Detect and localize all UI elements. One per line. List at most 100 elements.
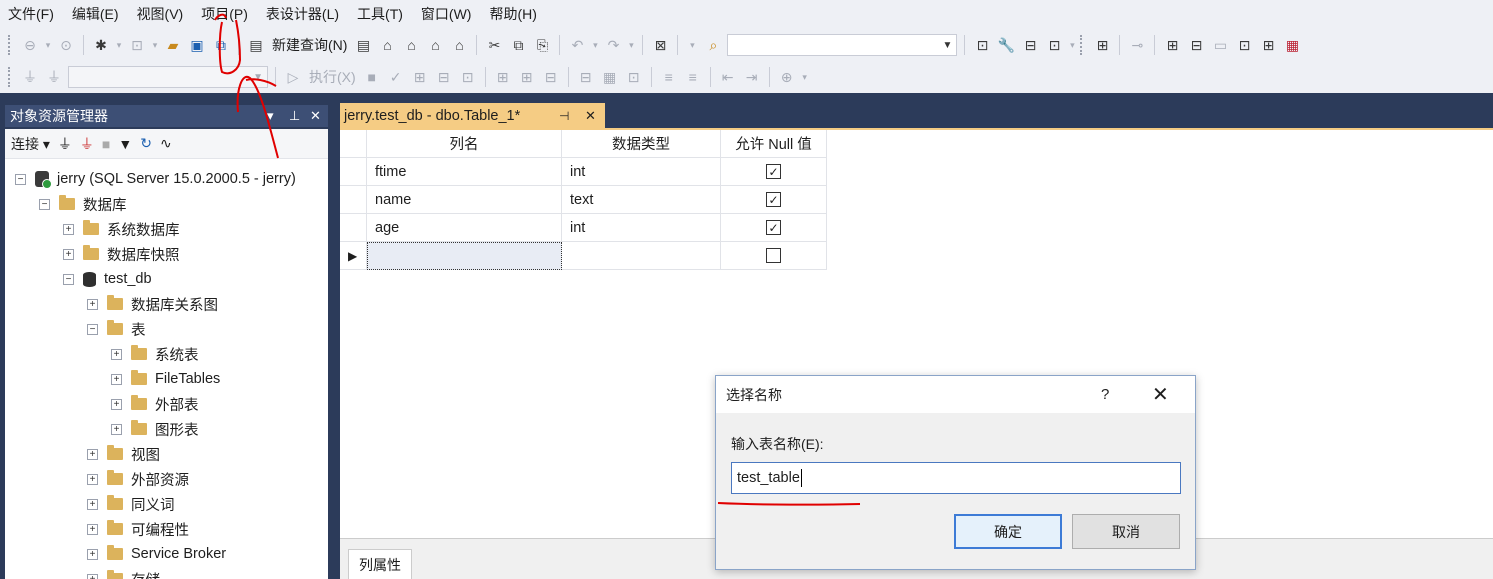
tree-node[interactable]: + 系统数据库: [63, 217, 180, 241]
find-combo[interactable]: ▼: [727, 34, 958, 56]
generate-script-icon[interactable]: ⊞: [1092, 34, 1112, 56]
dropdown-arrow-icon[interactable]: ▾: [801, 66, 809, 88]
data-type-cell[interactable]: text: [562, 186, 721, 214]
tree-node[interactable]: + 存储: [87, 567, 160, 579]
check-constraints-icon[interactable]: ⊞: [1258, 34, 1278, 56]
menu-project[interactable]: 项目(P): [195, 0, 254, 28]
menu-window[interactable]: 窗口(W): [415, 0, 478, 28]
tree-node[interactable]: − 表: [87, 317, 146, 341]
collapse-icon[interactable]: −: [87, 323, 98, 335]
expand-icon[interactable]: +: [87, 573, 98, 579]
menu-view[interactable]: 视图(V): [131, 0, 190, 28]
menu-tools[interactable]: 工具(T): [351, 0, 409, 28]
dropdown-arrow-icon[interactable]: ▾: [627, 34, 635, 56]
estimated-plan-icon[interactable]: ⊞: [410, 66, 430, 88]
collapse-icon[interactable]: −: [63, 273, 74, 285]
connect-plug-icon[interactable]: ⏚: [20, 66, 40, 88]
dropdown-arrow-icon[interactable]: ▾: [115, 34, 123, 56]
help-button[interactable]: ?: [1101, 376, 1109, 413]
query-dmx-icon[interactable]: ⌂: [401, 34, 421, 56]
results-text-icon[interactable]: ⊟: [576, 66, 596, 88]
filter-icon[interactable]: ▼: [118, 136, 132, 152]
row-selector[interactable]: [340, 158, 367, 186]
tree-node[interactable]: + 可编程性: [87, 517, 189, 541]
parse-check-icon[interactable]: ✓: [386, 66, 406, 88]
paste-icon[interactable]: ⎘: [532, 34, 552, 56]
dropdown-arrow-icon[interactable]: ▾: [685, 34, 699, 56]
tree-node[interactable]: + 图形表: [111, 417, 199, 441]
ok-button[interactable]: 确定: [954, 514, 1062, 549]
menu-table-designer[interactable]: 表设计器(L): [260, 0, 345, 28]
allow-nulls-checkbox[interactable]: ✓: [766, 192, 781, 207]
fulltext-index-icon[interactable]: ▭: [1210, 34, 1230, 56]
database-combo[interactable]: ▼: [68, 66, 268, 88]
back-icon[interactable]: ⊖: [20, 34, 40, 56]
expand-icon[interactable]: +: [87, 473, 98, 485]
query-xmla-icon[interactable]: ⌂: [425, 34, 445, 56]
new-project-icon[interactable]: ✱: [91, 34, 111, 56]
query-dax-icon[interactable]: ⌂: [449, 34, 469, 56]
dropdown-arrow-icon[interactable]: ▾: [591, 34, 599, 56]
forward-icon[interactable]: ⊙: [56, 34, 76, 56]
client-stats-icon[interactable]: ⊟: [541, 66, 561, 88]
expand-icon[interactable]: +: [63, 223, 74, 235]
pin-icon[interactable]: ⊥: [289, 105, 300, 127]
cancel-button[interactable]: 取消: [1072, 514, 1180, 549]
tree-node[interactable]: + 视图: [87, 442, 160, 466]
expand-icon[interactable]: +: [87, 498, 98, 510]
tree-node[interactable]: + 系统表: [111, 342, 199, 366]
toolbar-grip[interactable]: [1080, 35, 1084, 55]
row-selector[interactable]: ▶: [340, 242, 367, 270]
expand-icon[interactable]: +: [63, 248, 74, 260]
dropdown-arrow-icon[interactable]: ▾: [151, 34, 159, 56]
tree-node[interactable]: − test_db: [63, 267, 152, 291]
save-all-icon[interactable]: ⧉: [211, 34, 231, 56]
copy-icon[interactable]: ⧉: [508, 34, 528, 56]
close-icon[interactable]: ✕: [585, 108, 596, 124]
data-type-cell[interactable]: int: [562, 158, 721, 186]
include-plan-icon[interactable]: ⊞: [493, 66, 513, 88]
tree-node[interactable]: + 同义词: [87, 492, 175, 516]
tab-column-properties[interactable]: 列属性: [348, 549, 412, 579]
decrease-indent-icon[interactable]: ⇤: [718, 66, 738, 88]
column-name-cell[interactable]: ftime: [367, 158, 562, 186]
expand-icon[interactable]: +: [87, 548, 98, 560]
expand-icon[interactable]: +: [87, 298, 98, 310]
tree-node[interactable]: − jerry (SQL Server 15.0.2000.5 - jerry): [15, 167, 296, 191]
panel-menu-arrow-icon[interactable]: ▾: [267, 105, 274, 127]
cut-icon[interactable]: ✂: [484, 34, 504, 56]
new-query-icon[interactable]: ▤: [246, 34, 266, 56]
properties-wrench-icon[interactable]: 🔧: [996, 34, 1016, 56]
query-db-engine-icon[interactable]: ▤: [353, 34, 373, 56]
relationships-icon[interactable]: ⊞: [1162, 34, 1182, 56]
menu-help[interactable]: 帮助(H): [483, 0, 542, 28]
results-grid-icon[interactable]: ▦: [600, 66, 620, 88]
data-type-cell[interactable]: [562, 242, 721, 270]
tree-node[interactable]: + 数据库关系图: [87, 292, 218, 316]
stop-icon[interactable]: ■: [362, 66, 382, 88]
uncomment-icon[interactable]: ≡: [683, 66, 703, 88]
results-file-icon[interactable]: ⊡: [624, 66, 644, 88]
live-stats-icon[interactable]: ⊞: [517, 66, 537, 88]
expand-icon[interactable]: +: [111, 373, 122, 385]
query-mdx-icon[interactable]: ⌂: [377, 34, 397, 56]
menu-edit[interactable]: 编辑(E): [66, 0, 125, 28]
toolbar-grip[interactable]: [8, 35, 12, 55]
tree-node[interactable]: + 外部表: [111, 392, 199, 416]
new-query-button[interactable]: 新建查询(N): [270, 35, 349, 55]
save-icon[interactable]: ▣: [187, 34, 207, 56]
collapse-icon[interactable]: −: [39, 198, 50, 210]
column-name-cell[interactable]: [367, 242, 562, 270]
xml-index-icon[interactable]: ⊡: [1234, 34, 1254, 56]
terminal-icon[interactable]: ⊡: [1044, 34, 1064, 56]
toolbar-grip[interactable]: [8, 67, 12, 87]
toolbox-icon[interactable]: ⊟: [1020, 34, 1040, 56]
query-options-icon[interactable]: ⊟: [434, 66, 454, 88]
close-icon[interactable]: ✕: [310, 105, 321, 127]
add-item-icon[interactable]: ⊡: [127, 34, 147, 56]
refresh-icon[interactable]: ↻: [140, 135, 152, 152]
allow-nulls-checkbox[interactable]: ✓: [766, 220, 781, 235]
expand-icon[interactable]: +: [111, 398, 122, 410]
activity-monitor-icon[interactable]: ⊠: [650, 34, 670, 56]
tab-table-designer[interactable]: jerry.test_db - dbo.Table_1* ⊣ ✕: [340, 103, 605, 128]
